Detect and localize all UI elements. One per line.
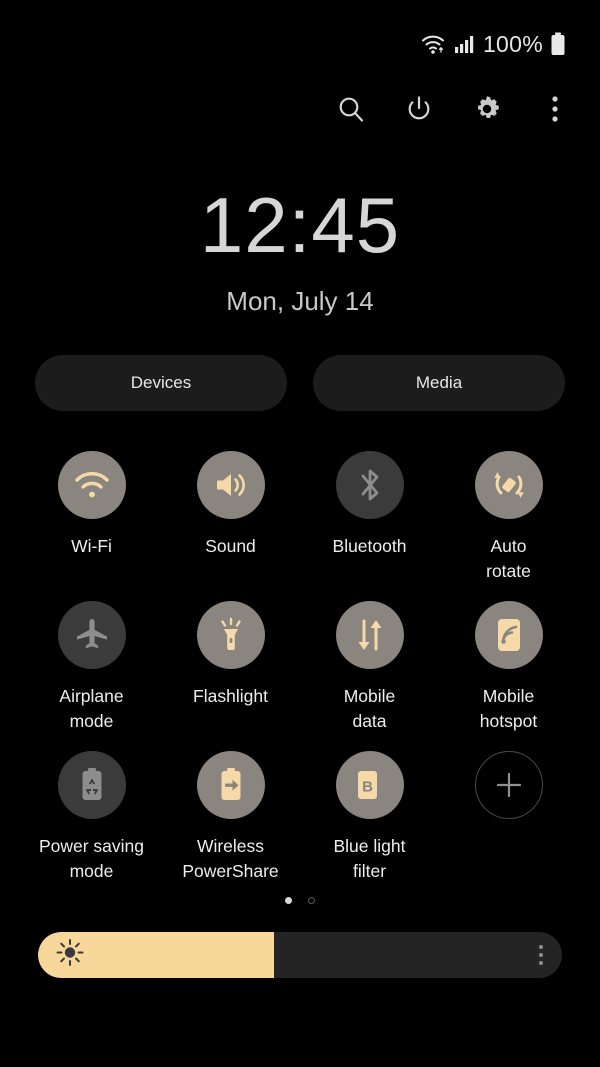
- wireless-powershare-icon: [196, 751, 265, 819]
- brightness-sun-icon: [55, 938, 85, 973]
- media-label: Media: [415, 373, 463, 392]
- tile-label: Airplane mode: [59, 686, 124, 731]
- mobile-hotspot-icon: [474, 601, 543, 669]
- brightness-options-icon[interactable]: [539, 945, 543, 965]
- power-icon[interactable]: [402, 92, 436, 126]
- clock-date: Mon, July 14: [226, 286, 374, 316]
- flashlight-icon: [196, 601, 265, 669]
- page-dot-active[interactable]: [285, 897, 292, 904]
- tile-power-saving-mode[interactable]: Power saving mode: [22, 744, 161, 894]
- sound-icon: [196, 451, 265, 519]
- tile-flashlight[interactable]: Flashlight: [161, 594, 300, 744]
- battery-full-icon: [550, 32, 566, 56]
- airplane-icon: [57, 601, 126, 669]
- search-icon[interactable]: [334, 92, 368, 126]
- tile-label: Flashlight: [193, 686, 268, 706]
- brightness-slider[interactable]: [38, 932, 562, 978]
- tile-wireless-powershare[interactable]: Wireless PowerShare: [161, 744, 300, 894]
- auto-rotate-icon: [474, 451, 543, 519]
- tile-add[interactable]: [439, 744, 578, 894]
- clock-time: 12:45: [199, 181, 401, 269]
- status-bar: 100%: [0, 0, 600, 88]
- tile-mobile-hotspot[interactable]: Mobile hotspot: [439, 594, 578, 744]
- wifi-icon: [57, 451, 126, 519]
- devices-label: Devices: [130, 373, 192, 392]
- wifi-data-icon: [421, 33, 447, 55]
- tile-sound[interactable]: Sound: [161, 444, 300, 594]
- tile-label: Auto rotate: [486, 536, 531, 581]
- tile-label: Sound: [205, 536, 256, 556]
- tile-wifi[interactable]: Wi-Fi: [22, 444, 161, 594]
- page-dot-inactive[interactable]: [308, 897, 315, 904]
- tile-label: Blue light filter: [333, 836, 406, 881]
- tile-label: Mobile hotspot: [479, 686, 538, 731]
- mobile-data-icon: [335, 601, 404, 669]
- tile-blue-light-filter[interactable]: B Blue light filter: [300, 744, 439, 894]
- cellular-signal-icon: [454, 34, 476, 54]
- page-indicator: [0, 897, 600, 904]
- overflow-menu-icon[interactable]: [538, 92, 572, 126]
- header-icon-row: [334, 92, 572, 126]
- add-tile-icon: [474, 751, 543, 819]
- shortcut-pill-row: Devices Media: [35, 355, 565, 411]
- tile-label: Wi-Fi: [71, 536, 112, 556]
- devices-button[interactable]: Devices: [35, 355, 287, 411]
- blue-light-filter-icon: B: [335, 751, 404, 819]
- gear-icon[interactable]: [470, 92, 504, 126]
- clock-block[interactable]: 12:45 Mon, July 14: [0, 186, 600, 317]
- tile-label: Power saving mode: [38, 836, 145, 881]
- quick-toggle-grid: Wi-Fi Sound Bluetooth Auto rotate Airpla…: [22, 444, 578, 894]
- tile-label: Wireless PowerShare: [182, 836, 279, 881]
- tile-label: Mobile data: [343, 686, 396, 731]
- battery-percentage: 100%: [482, 30, 543, 57]
- quick-settings-panel: 100% 12:45 Mon, July 14 Devices Media Wi…: [0, 0, 600, 1067]
- tile-airplane-mode[interactable]: Airplane mode: [22, 594, 161, 744]
- power-saving-icon: [57, 751, 126, 819]
- tile-bluetooth[interactable]: Bluetooth: [300, 444, 439, 594]
- tile-auto-rotate[interactable]: Auto rotate: [439, 444, 578, 594]
- media-button[interactable]: Media: [313, 355, 565, 411]
- tile-mobile-data[interactable]: Mobile data: [300, 594, 439, 744]
- tile-label: Bluetooth: [332, 536, 407, 556]
- bluetooth-icon: [335, 451, 404, 519]
- svg-text:B: B: [362, 779, 373, 796]
